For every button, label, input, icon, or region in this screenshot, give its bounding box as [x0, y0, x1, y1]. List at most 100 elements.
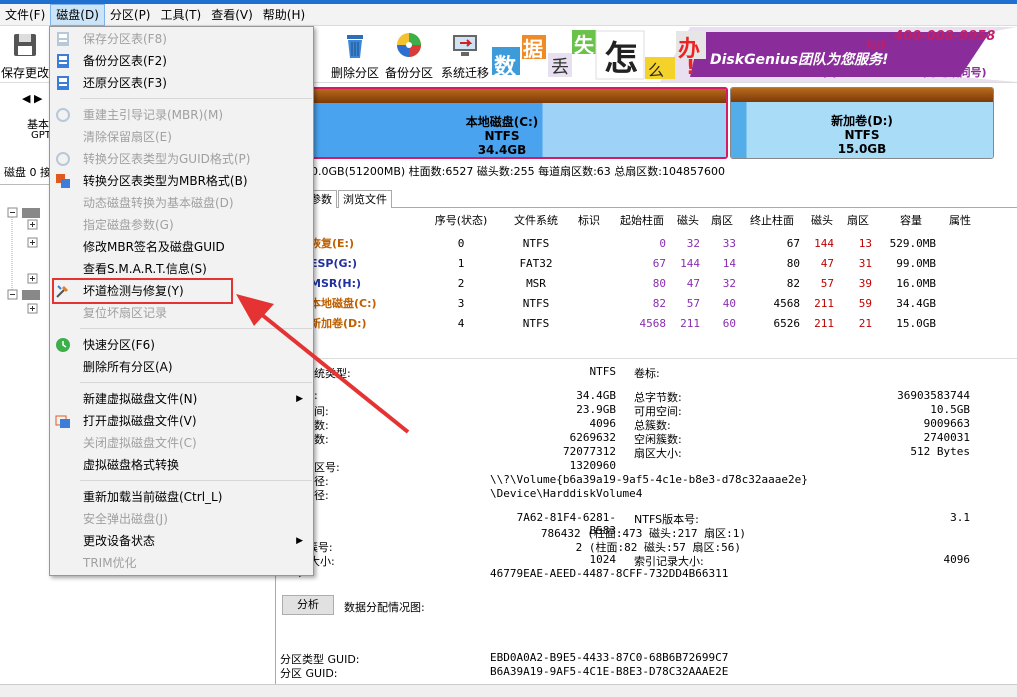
- disk-gpt-label: GPT: [31, 130, 51, 141]
- partition-d-body: 新加卷(D:) NTFS 15.0GB: [731, 102, 993, 158]
- device-path: \Device\HarddiskVolume4: [490, 487, 643, 500]
- partition-row[interactable]: ESP(G:) 1 FAT32 67 144 14 80 47 31 99.0MB: [276, 254, 1017, 274]
- disk-info-label: 磁盘 0 接: [4, 166, 51, 179]
- partition-guid-label: 分区 GUID:: [280, 667, 338, 680]
- save-changes-button[interactable]: 保存更改: [0, 30, 50, 81]
- disk-menu-item[interactable]: 备份分区表(F2): [50, 50, 313, 72]
- nav-arrows[interactable]: ◀ ▶: [22, 92, 42, 105]
- backup-partition-button[interactable]: 备份分区: [378, 30, 440, 81]
- cell-idx: 3: [457, 297, 465, 310]
- partition-d-fs: NTFS: [844, 128, 880, 142]
- cell-fs: NTFS: [522, 297, 550, 310]
- disk-menu-item: 动态磁盘转换为基本磁盘(D): [50, 192, 313, 214]
- disk-menu-item-label: 转换分区表类型为MBR格式(B): [83, 174, 248, 188]
- menu-help[interactable]: 帮助(H): [258, 4, 310, 26]
- menu-view[interactable]: 查看(V): [206, 4, 258, 26]
- analyze-button[interactable]: 分析: [282, 595, 334, 615]
- volume-label: 卷标:: [634, 367, 660, 380]
- cell-ec: 67: [786, 237, 800, 250]
- col-end-cyl: 终止柱面: [750, 214, 794, 227]
- allocation-map-label: 数据分配情况图:: [344, 601, 425, 614]
- banner-char-5: 怎: [604, 39, 638, 79]
- partition-d-name: 新加卷(D:): [831, 114, 893, 128]
- disk-menu-item: 转换分区表类型为GUID格式(P): [50, 148, 313, 170]
- cell-cap: 529.0MB: [889, 237, 936, 250]
- disk-menu-item-label: 备份分区表(F2): [83, 54, 167, 68]
- disk-menu-item-label: 还原分区表(F3): [83, 76, 167, 90]
- diskgenius-window: 文件(F) 磁盘(D) 分区(P) 工具(T) 查看(V) 帮助(H) 保存更改…: [0, 0, 1017, 697]
- submenu-arrow-icon: ▶: [296, 536, 303, 546]
- detail-tabs: 参数 浏览文件: [276, 188, 1017, 208]
- col-start-cyl: 起始柱面: [620, 214, 664, 227]
- disk-menu-item[interactable]: 虚拟磁盘格式转换: [50, 454, 313, 476]
- cell-sh: 32: [686, 237, 700, 250]
- cell-sc: 82: [652, 297, 666, 310]
- disk-menu-item: 清除保留扇区(E): [50, 126, 313, 148]
- guid-icon: [56, 152, 70, 166]
- trash-icon: [347, 35, 363, 58]
- detail-right-value: 9009663: [923, 417, 970, 430]
- cell-ss: 14: [722, 257, 736, 270]
- menu-partition[interactable]: 分区(P): [105, 4, 156, 26]
- tab-browse-files[interactable]: 浏览文件: [338, 190, 392, 208]
- volume-path: \\?\Volume{b6a39a19-9af5-4c1e-b8e3-d78c3…: [490, 473, 808, 486]
- disk-menu-item: 安全弹出磁盘(J): [50, 508, 313, 530]
- detail-left-value: 1320960: [569, 459, 616, 472]
- disk-menu-item[interactable]: 更改设备状态 ▶: [50, 530, 313, 552]
- col-index: 序号(状态): [434, 214, 488, 227]
- partition-d-block[interactable]: 新加卷(D:) NTFS 15.0GB: [730, 87, 994, 159]
- col-start-head: 磁头: [677, 214, 699, 227]
- banner-char-6: 么: [648, 61, 665, 80]
- quickpart-icon: [56, 338, 70, 352]
- disk-menu-item-label: 安全弹出磁盘(J): [83, 512, 168, 526]
- disk-menu-item-label: 查看S.M.A.R.T.信息(S): [83, 262, 207, 276]
- mbr-icon: [56, 108, 70, 122]
- partition-d-size: 15.0GB: [837, 142, 887, 156]
- cell-idx: 4: [457, 317, 465, 330]
- cell-idx: 1: [457, 257, 465, 270]
- cell-eh: 47: [820, 257, 834, 270]
- detail-right-value: 10.5GB: [930, 403, 970, 416]
- detail-right-label: 扇区大小:: [634, 447, 682, 460]
- status-bar: [0, 684, 1017, 697]
- cell-sc: 4568: [639, 317, 667, 330]
- volume-guid: 46779EAE-AEED-4487-8CFF-732DD4B66311: [490, 567, 729, 580]
- disk-menu-item-label: 指定磁盘参数(G): [83, 218, 174, 232]
- disk-menu-item[interactable]: 转换分区表类型为MBR格式(B): [50, 170, 313, 192]
- cell-ss: 60: [722, 317, 736, 330]
- partition-c-block[interactable]: 本地磁盘(C:) NTFS 34.4GB: [276, 87, 728, 159]
- ad-banner[interactable]: 数 据 丢 失 怎 么 办 ! DiskGenius团队为您服务! 热线: 40…: [490, 27, 1017, 82]
- index-record-value: 4096: [943, 553, 971, 566]
- system-migration-button[interactable]: 系统迁移: [434, 30, 496, 81]
- disk-map: 本地磁盘(C:) NTFS 34.4GB 新加卷(D:) NTFS 15.0GB: [276, 84, 1017, 162]
- disk-menu-item: 保存分区表(F8): [50, 28, 313, 50]
- delete-partition-button[interactable]: 删除分区: [324, 30, 386, 81]
- disk-menu-item[interactable]: 还原分区表(F3): [50, 72, 313, 94]
- cell-ec: 4568: [773, 297, 801, 310]
- disk-menu-item: TRIM优化: [50, 552, 313, 574]
- menu-tools[interactable]: 工具(T): [156, 4, 207, 26]
- ntfs-version-value: 3.1: [950, 511, 970, 524]
- partition-row[interactable]: 恢复(E:) 0 NTFS 0 32 33 67 144 13 529.0MB: [276, 234, 1017, 254]
- disk-menu-item-label: TRIM优化: [83, 556, 137, 570]
- banner-char-2: 据: [523, 37, 543, 61]
- col-start-sector: 扇区: [711, 214, 733, 227]
- disk-menu-item[interactable]: 修改MBR签名及磁盘GUID: [50, 236, 313, 258]
- menu-disk[interactable]: 磁盘(D): [50, 3, 105, 26]
- cell-eh: 211: [814, 317, 834, 330]
- banner-phone: 400-008-9958: [894, 29, 996, 44]
- menu-file[interactable]: 文件(F): [0, 4, 50, 26]
- record-size-value: 1024: [589, 553, 617, 566]
- disk-geometry-info: 0.0GB(51200MB) 柱面数:6527 磁头数:255 每道扇区数:63…: [276, 162, 1017, 182]
- tree-lines[interactable]: [6, 204, 50, 324]
- system-migration-label: 系统迁移: [440, 66, 489, 80]
- disk-menu-item[interactable]: 查看S.M.A.R.T.信息(S): [50, 258, 313, 280]
- disk-menu-item-label: 转换分区表类型为GUID格式(P): [83, 152, 251, 166]
- cell-sh: 211: [680, 317, 700, 330]
- disk-menu-item[interactable]: 重新加载当前磁盘(Ctrl_L): [50, 486, 313, 508]
- cell-es: 31: [858, 257, 872, 270]
- col-attr: 属性: [949, 214, 971, 227]
- cell-cap: 99.0MB: [896, 257, 936, 270]
- cell-fs: NTFS: [522, 237, 550, 250]
- cell-idx: 2: [457, 277, 465, 290]
